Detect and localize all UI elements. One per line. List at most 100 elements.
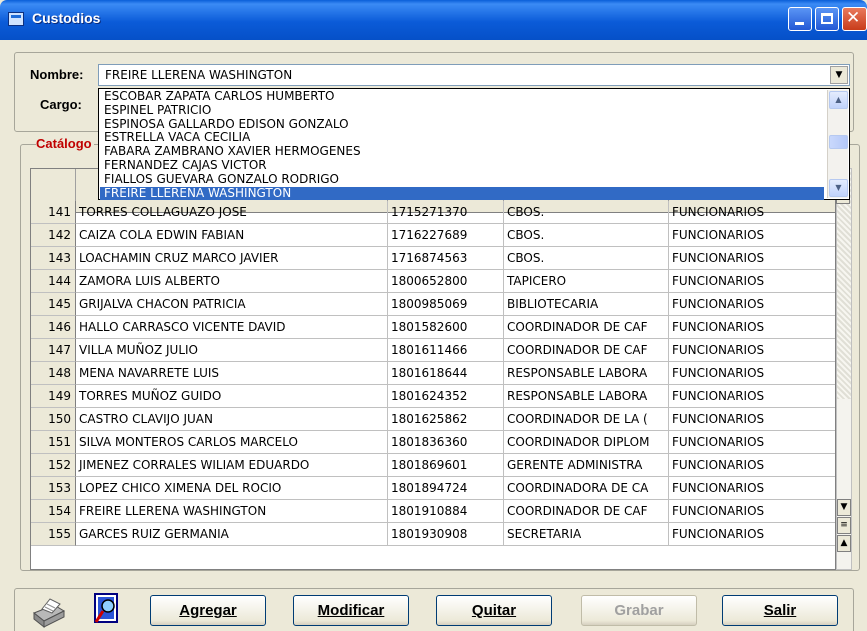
- dropdown-option[interactable]: ESCOBAR ZAPATA CARLOS HUMBERTO: [100, 90, 824, 103]
- cell-nombre: LOPEZ CHICO XIMENA DEL ROCIO: [76, 477, 388, 500]
- table-row[interactable]: 144 ZAMORA LUIS ALBERTO 1800652800 TAPICERO…: [31, 270, 835, 293]
- cell-cargo: GERENTE ADMINISTRA: [504, 454, 669, 477]
- cargo-label: Cargo:: [40, 97, 82, 112]
- row-number: 147: [31, 339, 76, 362]
- table-row[interactable]: 148 MENA NAVARRETE LUIS 1801618644 RESPONSA…: [31, 362, 835, 385]
- dropdown-scrollbar[interactable]: ▲ ▼: [827, 90, 848, 198]
- table-row[interactable]: 150 CASTRO CLAVIJO JUAN 1801625862 COORDINA…: [31, 408, 835, 431]
- cell-tipo: FUNCIONARIOS: [669, 454, 835, 477]
- cell-nombre: HALLO CARRASCO VICENTE DAVID: [76, 316, 388, 339]
- cell-cargo: RESPONSABLE LABORA: [504, 362, 669, 385]
- title-bar: Custodios ✕: [0, 0, 867, 40]
- table-row[interactable]: 153 LOPEZ CHICO XIMENA DEL ROCIO 180189472…: [31, 477, 835, 500]
- cell-cedula: 1801930908: [388, 523, 504, 546]
- cell-cedula: 1801624352: [388, 385, 504, 408]
- cell-cargo: COORDINADOR DE CAF: [504, 339, 669, 362]
- cell-cedula: 1801625862: [388, 408, 504, 431]
- chevron-down-icon[interactable]: ▼: [830, 66, 848, 84]
- close-icon: ✕: [846, 8, 861, 28]
- cell-tipo: FUNCIONARIOS: [669, 408, 835, 431]
- dropdown-option[interactable]: ESPINEL PATRICIO: [100, 103, 824, 117]
- table-row[interactable]: 141 TORRES COLLAGUAZO JOSE 1715271370 CBOS.…: [31, 201, 835, 224]
- cell-cargo: TAPICERO: [504, 270, 669, 293]
- dropdown-scroll-thumb[interactable]: [829, 135, 848, 149]
- cell-cedula: 1716227689: [388, 224, 504, 247]
- dropdown-option[interactable]: FABARA ZAMBRANO XAVIER HERMOGENES: [100, 145, 824, 158]
- row-number: 153: [31, 477, 76, 500]
- minimize-button[interactable]: [788, 7, 812, 31]
- row-number: 144: [31, 270, 76, 293]
- printer-icon[interactable]: [30, 595, 66, 629]
- cell-cargo: RESPONSABLE LABORA: [504, 385, 669, 408]
- maximize-icon: [821, 13, 833, 24]
- row-number: 145: [31, 293, 76, 316]
- dropdown-option[interactable]: ESTRELLA VACA CECILIA: [100, 131, 824, 144]
- cell-nombre: JIMENEZ CORRALES WILIAM EDUARDO: [76, 454, 388, 477]
- table-row[interactable]: 145 GRIJALVA CHACON PATRICIA 1800985069 BIB…: [31, 293, 835, 316]
- cell-tipo: FUNCIONARIOS: [669, 523, 835, 546]
- cell-cedula: 1801618644: [388, 362, 504, 385]
- cell-tipo: FUNCIONARIOS: [669, 224, 835, 247]
- cell-cargo: BIBLIOTECARIA: [504, 293, 669, 316]
- dropdown-option[interactable]: ESPINOSA GALLARDO EDISON GONZALO: [100, 117, 824, 131]
- print-preview-icon[interactable]: [92, 592, 122, 626]
- table-row[interactable]: 147 VILLA MUÑOZ JULIO 1801611466 COORDINADO…: [31, 339, 835, 362]
- table-row[interactable]: 143 LOACHAMIN CRUZ MARCO JAVIER 1716874563…: [31, 247, 835, 270]
- row-number: 148: [31, 362, 76, 385]
- row-number: 146: [31, 316, 76, 339]
- table-row[interactable]: 149 TORRES MUÑOZ GUIDO 1801624352 RESPONSAB…: [31, 385, 835, 408]
- maximize-button[interactable]: [815, 7, 839, 31]
- app-icon: [8, 12, 24, 26]
- cell-tipo: FUNCIONARIOS: [669, 431, 835, 454]
- table-row[interactable]: 142 CAIZA COLA EDWIN FABIAN 1716227689 CBOS…: [31, 224, 835, 247]
- modificar-button[interactable]: Modificar: [293, 595, 409, 626]
- catalog-grid[interactable]: 141 TORRES COLLAGUAZO JOSE 1715271370 CBOS.…: [30, 168, 836, 570]
- cell-tipo: FUNCIONARIOS: [669, 339, 835, 362]
- cell-cedula: 1800652800: [388, 270, 504, 293]
- row-number: 149: [31, 385, 76, 408]
- grabar-button[interactable]: Grabar: [581, 595, 697, 626]
- cell-cargo: COORDINADOR DIPLOM: [504, 431, 669, 454]
- nombre-label: Nombre:: [30, 67, 84, 82]
- row-number: 151: [31, 431, 76, 454]
- cell-tipo: FUNCIONARIOS: [669, 270, 835, 293]
- nombre-combobox[interactable]: FREIRE LLERENA WASHINGTON ▼: [98, 64, 850, 86]
- page-down-icon[interactable]: ≡: [837, 517, 851, 534]
- table-row[interactable]: 155 GARCES RUIZ GERMANIA 1801930908 SECRETA…: [31, 523, 835, 546]
- cell-nombre: ZAMORA LUIS ALBERTO: [76, 270, 388, 293]
- salir-button[interactable]: Salir: [722, 595, 838, 626]
- table-row[interactable]: 154 FREIRE LLERENA WASHINGTON 1801910884 CO…: [31, 500, 835, 523]
- cell-cedula: 1716874563: [388, 247, 504, 270]
- cell-tipo: FUNCIONARIOS: [669, 362, 835, 385]
- chevron-up-icon[interactable]: ▲: [829, 91, 848, 109]
- chevron-down-icon[interactable]: ▼: [829, 179, 848, 197]
- cell-cargo: CBOS.: [504, 201, 669, 224]
- row-number: 142: [31, 224, 76, 247]
- dropdown-option[interactable]: FREIRE LLERENA WASHINGTON: [100, 186, 824, 200]
- cell-cargo: COORDINADOR DE CAF: [504, 500, 669, 523]
- cell-tipo: FUNCIONARIOS: [669, 477, 835, 500]
- agregar-button[interactable]: Agregar: [150, 595, 266, 626]
- cell-cedula: 1801582600: [388, 316, 504, 339]
- cell-tipo: FUNCIONARIOS: [669, 293, 835, 316]
- nombre-value: FREIRE LLERENA WASHINGTON: [105, 68, 293, 82]
- close-button[interactable]: ✕: [842, 7, 867, 31]
- scroll-end-icon[interactable]: ▲: [837, 535, 851, 552]
- table-row[interactable]: 146 HALLO CARRASCO VICENTE DAVID 180158260…: [31, 316, 835, 339]
- dropdown-option[interactable]: FIALLOS GUEVARA GONZALO RODRIGO: [100, 172, 824, 186]
- grid-vertical-scrollbar[interactable]: ▼ ≡ ▲: [836, 168, 852, 570]
- scroll-down-icon[interactable]: ▼: [837, 499, 851, 516]
- minimize-icon: [795, 22, 804, 25]
- dropdown-option[interactable]: FERNANDEZ CAJAS VICTOR: [100, 159, 824, 172]
- cell-cedula: 1801894724: [388, 477, 504, 500]
- cell-cedula: 1715271370: [388, 201, 504, 224]
- cell-tipo: FUNCIONARIOS: [669, 385, 835, 408]
- table-row[interactable]: 151 SILVA MONTEROS CARLOS MARCELO 18018363…: [31, 431, 835, 454]
- cell-cargo: COORDINADOR DE CAF: [504, 316, 669, 339]
- nombre-dropdown-list[interactable]: ESCOBAR ZAPATA CARLOS HUMBERTO ESPINEL PA…: [98, 88, 850, 200]
- quitar-button[interactable]: Quitar: [436, 595, 552, 626]
- table-row[interactable]: 152 JIMENEZ CORRALES WILIAM EDUARDO 180186…: [31, 454, 835, 477]
- cell-cedula: 1800985069: [388, 293, 504, 316]
- catalog-group-label: Catálogo: [36, 136, 94, 151]
- cell-nombre: GARCES RUIZ GERMANIA: [76, 523, 388, 546]
